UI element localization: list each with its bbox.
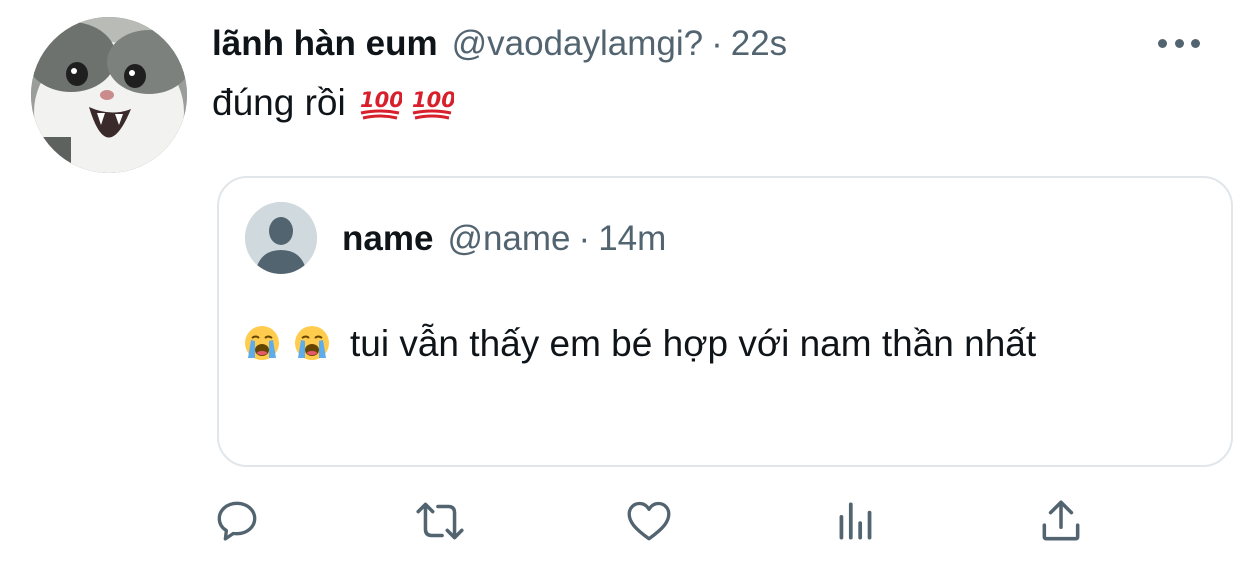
more-options-icon[interactable] xyxy=(1158,32,1200,54)
tweet-text-content: đúng rồi xyxy=(212,82,346,123)
reply-icon xyxy=(217,501,257,541)
author-avatar[interactable] xyxy=(31,17,187,173)
loudly-crying-face-emoji xyxy=(295,326,329,360)
quoted-handle[interactable]: @name xyxy=(447,219,570,259)
retweet-icon xyxy=(416,502,464,540)
quoted-text-content: tui vẫn thấy em bé hợp với nam thần nhất xyxy=(350,323,1037,364)
quoted-tweet-card[interactable]: name @name · 14m tui vẫn thấy em bé hợp … xyxy=(217,176,1233,467)
tweet-timestamp[interactable]: 22s xyxy=(731,24,787,64)
reply-button[interactable] xyxy=(210,494,264,548)
like-button[interactable] xyxy=(622,494,676,548)
quoted-text: tui vẫn thấy em bé hợp với nam thần nhất xyxy=(244,316,1144,371)
tweet-action-bar xyxy=(0,494,1242,548)
more-dot xyxy=(1158,38,1167,48)
quoted-avatar[interactable] xyxy=(245,202,317,274)
default-profile-icon xyxy=(245,202,317,274)
cat-photo xyxy=(31,17,187,173)
separator-dot: · xyxy=(711,24,723,63)
like-icon xyxy=(627,501,671,541)
retweet-button[interactable] xyxy=(413,494,467,548)
more-dot xyxy=(1174,38,1184,48)
quoted-header: name @name · 14m xyxy=(342,216,666,262)
hundred-points-emoji: 100 xyxy=(412,88,454,120)
share-icon xyxy=(1042,500,1080,541)
tweet-text: đúng rồi 100 100 xyxy=(212,82,454,124)
hundred-points-emoji: 100 xyxy=(360,88,402,120)
quoted-timestamp[interactable]: 14m xyxy=(598,219,666,259)
analytics-button[interactable] xyxy=(829,494,883,548)
svg-text:100: 100 xyxy=(412,88,454,112)
svg-text:100: 100 xyxy=(360,88,402,112)
more-dot xyxy=(1191,38,1200,48)
quoted-display-name[interactable]: name xyxy=(342,219,433,259)
tweet-header: lãnh hàn eum @vaodaylamgi? · 22s xyxy=(212,20,787,68)
share-button[interactable] xyxy=(1034,494,1088,548)
author-display-name[interactable]: lãnh hàn eum xyxy=(212,24,438,64)
analytics-icon xyxy=(839,502,872,540)
separator-dot: · xyxy=(578,219,591,258)
author-handle[interactable]: @vaodaylamgi? xyxy=(452,24,704,64)
loudly-crying-face-emoji xyxy=(245,326,279,360)
